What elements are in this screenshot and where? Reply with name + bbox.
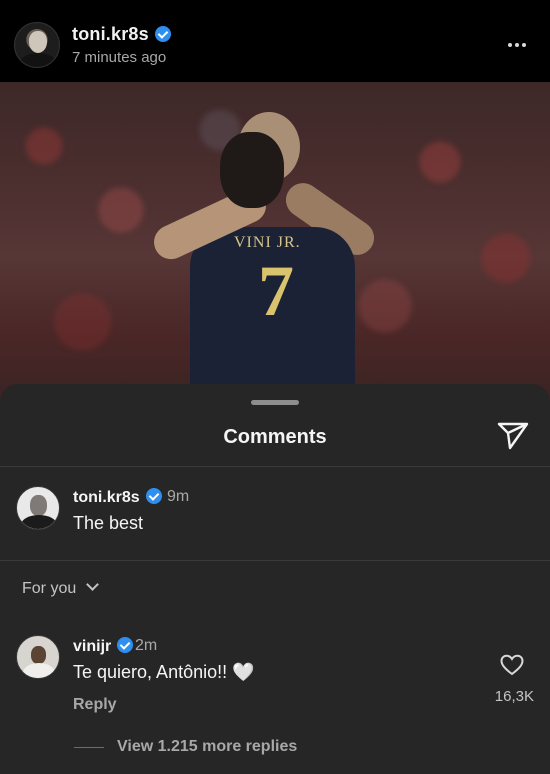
comment-username-text[interactable]: vinijr <box>73 638 111 655</box>
avatar-shirt <box>23 663 55 678</box>
sheet-divider-top <box>0 466 550 467</box>
comment-filter-dropdown[interactable]: For you <box>22 578 100 598</box>
avatar-shirt <box>20 53 56 67</box>
comment-text: Te quiero, Antônio!! 🤍 <box>73 662 255 682</box>
player-head-front <box>220 132 284 208</box>
view-more-replies-button[interactable]: View 1.215 more replies <box>117 738 297 756</box>
sheet-title: Comments <box>223 426 327 448</box>
comment-text: The best <box>73 513 144 533</box>
author-username[interactable]: toni.kr8s <box>72 24 171 45</box>
reply-button[interactable]: Reply <box>73 696 117 714</box>
jersey-number: 7 <box>258 251 294 331</box>
post-timestamp: 7 minutes ago <box>72 49 167 66</box>
replies-divider-line <box>74 747 104 748</box>
sheet-grabber[interactable] <box>251 400 299 405</box>
comment-username[interactable]: vinijr <box>73 637 134 656</box>
avatar-shirt <box>21 515 57 529</box>
author-username-text[interactable]: toni.kr8s <box>72 24 149 44</box>
comment-time: 9m <box>167 488 190 505</box>
filter-label[interactable]: For you <box>22 580 76 597</box>
post-header: toni.kr8s 7 minutes ago <box>0 0 550 82</box>
send-icon[interactable] <box>496 420 530 450</box>
verified-badge-icon <box>117 637 134 653</box>
sheet-divider-mid <box>0 560 550 561</box>
comments-sheet: Comments toni.kr8s 9m The best For you v… <box>0 384 550 774</box>
comment-time: 2m <box>135 637 158 654</box>
chevron-down-icon <box>86 578 100 591</box>
verified-badge-icon <box>145 488 162 504</box>
heart-icon[interactable] <box>500 654 524 676</box>
like-count: 16,3K <box>494 688 534 705</box>
post-photo: VINI JR. 7 <box>0 82 550 402</box>
comment-avatar-toni[interactable] <box>16 486 60 530</box>
comment-username[interactable]: toni.kr8s <box>73 488 162 507</box>
verified-badge-icon <box>154 26 171 42</box>
more-icon[interactable] <box>506 34 532 54</box>
avatar-face <box>30 495 47 516</box>
avatar-face <box>31 646 46 664</box>
comment-username-text[interactable]: toni.kr8s <box>73 489 140 506</box>
comment-avatar-vini[interactable] <box>16 635 60 679</box>
players-embrace: VINI JR. 7 <box>148 112 390 402</box>
author-avatar[interactable] <box>14 22 60 68</box>
avatar-face <box>29 31 47 53</box>
